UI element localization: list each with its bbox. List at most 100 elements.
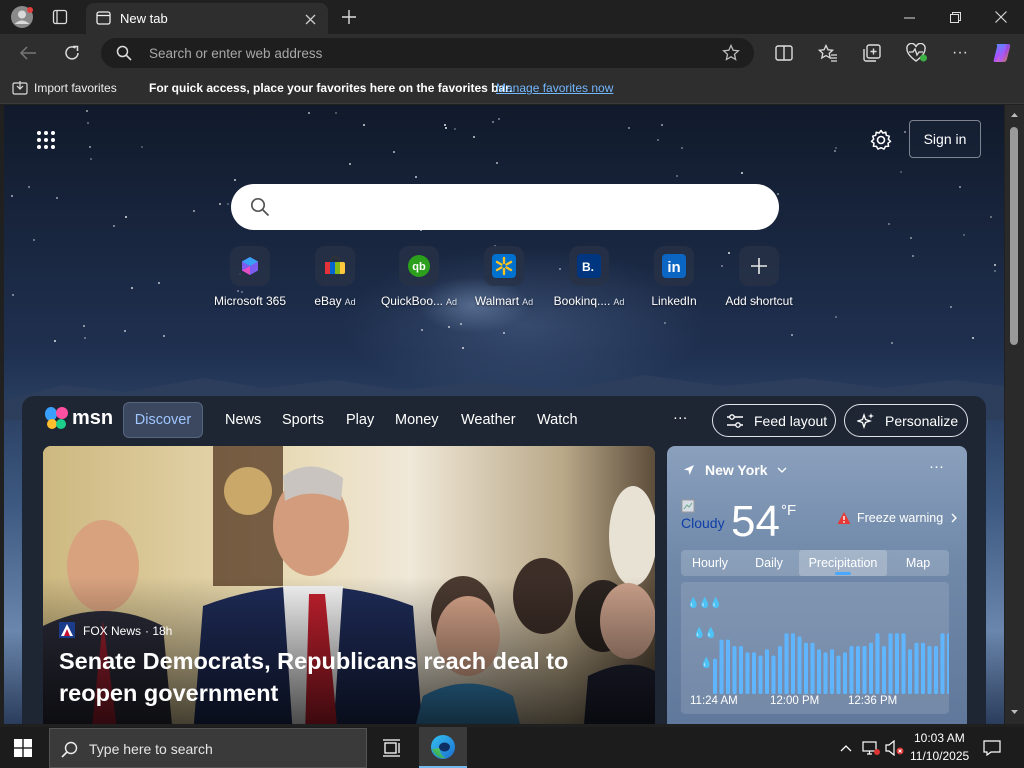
tab-title: New tab [120,11,168,26]
ad-badge: Ad [446,297,458,307]
import-favorites-button[interactable]: Import favorites [34,81,117,95]
favorites-bar-message: For quick access, place your favorites h… [149,81,513,95]
favorites-icon[interactable] [816,42,840,64]
tab-precipitation-label: Precipitation [808,556,878,570]
close-tab-icon[interactable] [300,10,320,28]
background-star [891,342,893,344]
background-star [963,234,965,236]
shortcut-bookinq[interactable]: B. Bookinq.... Ad [547,246,631,308]
story-source[interactable]: FOX News [83,624,141,638]
background-star [83,325,85,327]
add-favorite-star-icon[interactable] [719,43,743,63]
msn-logo-text: msn [72,406,114,429]
new-tab-page-icon [94,10,112,26]
address-placeholder: Search or enter web address [149,46,323,61]
hero-headline[interactable]: Senate Democrats, Republicans reach deal… [59,645,649,709]
shortcut-walmart[interactable]: Walmart Ad [462,246,546,308]
precipitation-bar [732,646,737,694]
nav-money[interactable]: Money [395,412,439,428]
precipitation-bar [739,646,743,694]
refresh-icon[interactable] [60,42,84,64]
nav-sports[interactable]: Sports [282,412,324,428]
shortcut-linkedin[interactable]: in LinkedIn [632,246,716,308]
taskbar-search-box[interactable]: Type here to search [49,728,367,768]
tab-map[interactable]: Map [887,550,949,576]
background-star [460,323,462,325]
settings-and-more-icon[interactable]: ··· [948,42,972,64]
shortcut-add-shortcut[interactable]: Add shortcut [717,246,801,308]
nav-watch[interactable]: Watch [537,412,578,428]
active-tab-indicator [835,572,851,575]
shortcut-ebay[interactable]: eBay Ad [293,246,377,308]
tab-hourly[interactable]: Hourly [681,550,739,576]
tab-daily[interactable]: Daily [739,550,799,576]
volume-muted-icon[interactable] [884,738,906,758]
ad-badge: Ad [344,297,356,307]
shortcut-quickboo[interactable]: qb QuickBoo... Ad [377,246,461,308]
tab-new-tab[interactable]: New tab [86,3,328,34]
nav-news[interactable]: News [225,412,261,428]
sign-in-button[interactable]: Sign in [909,120,981,158]
new-tab-button[interactable] [337,5,361,29]
precipitation-bar [914,642,919,694]
address-bar[interactable]: Search or enter web address [101,38,754,68]
hero-story-card[interactable]: FOX News · 18h Senate Democrats, Republi… [43,446,655,724]
shortcut-label: Walmart Ad [462,294,546,308]
personalize-button[interactable]: Personalize [844,404,968,437]
collections-icon[interactable] [860,42,884,64]
tab-precipitation[interactable]: Precipitation [799,550,887,576]
temperature-unit[interactable]: °F [781,502,796,519]
edge-taskbar-button[interactable] [419,727,467,768]
copilot-icon[interactable] [989,40,1015,66]
back-icon[interactable] [16,42,40,64]
feed-layout-button[interactable]: Feed layout [712,404,836,437]
close-icon[interactable] [985,5,1017,29]
precipitation-bar [726,639,730,694]
web-search-box[interactable] [231,184,779,230]
restore-icon[interactable] [939,5,971,29]
feed-layout-label: Feed layout [754,412,828,429]
apps-launcher-icon[interactable] [36,129,56,151]
browser-essentials-icon[interactable] [904,42,930,64]
network-icon[interactable] [861,738,881,758]
nav-more-button[interactable]: ··· [673,410,688,426]
background-star [496,162,498,164]
weather-more-button[interactable]: ··· [929,458,944,475]
weather-card[interactable]: New York ··· Cloudy 54 °F Freeze warning… [667,446,967,724]
manage-favorites-link[interactable]: Manage favorites now [496,81,613,95]
background-star [415,176,417,178]
show-hidden-icons-chevron-icon[interactable] [838,739,854,757]
notifications-icon[interactable] [981,738,1003,758]
warning-icon [837,512,851,524]
clock-date[interactable]: 11/10/2025 [910,749,969,763]
clock-time[interactable]: 10:03 AM [914,731,965,745]
minimize-icon[interactable] [893,5,925,29]
background-star [86,110,88,112]
task-view-icon[interactable] [378,735,406,761]
location-selector[interactable]: New York [683,462,787,478]
page-settings-gear-icon[interactable] [868,127,894,153]
nav-play[interactable]: Play [346,412,374,428]
precipitation-bar [940,633,945,694]
shortcut-microsoft-365[interactable]: Microsoft 365 [208,246,292,308]
freeze-warning-alert[interactable]: Freeze warning [837,511,958,525]
msn-logo[interactable]: msn [44,406,113,430]
new-tab-page: Sign in Microsoft 365 eBay Ad qb QuickBoo...… [4,105,1004,724]
page-scrollbar[interactable] [1005,105,1024,724]
scroll-down-arrow-icon[interactable] [1005,705,1024,719]
precipitation-bar [862,646,867,694]
precipitation-bar [810,642,815,694]
profile-avatar-icon[interactable] [9,5,34,29]
nav-weather[interactable]: Weather [461,412,516,428]
scrollbar-thumb[interactable] [1010,127,1018,345]
background-star [972,337,974,339]
split-screen-icon[interactable] [772,42,796,64]
scroll-up-arrow-icon[interactable] [1005,108,1024,122]
tab-actions-icon[interactable] [48,6,72,28]
windows-start-icon[interactable] [10,736,36,760]
precipitation-bar [804,642,808,694]
precipitation-bar [836,655,841,694]
background-star [219,203,221,205]
nav-discover[interactable]: Discover [123,402,203,438]
background-star [444,124,446,126]
